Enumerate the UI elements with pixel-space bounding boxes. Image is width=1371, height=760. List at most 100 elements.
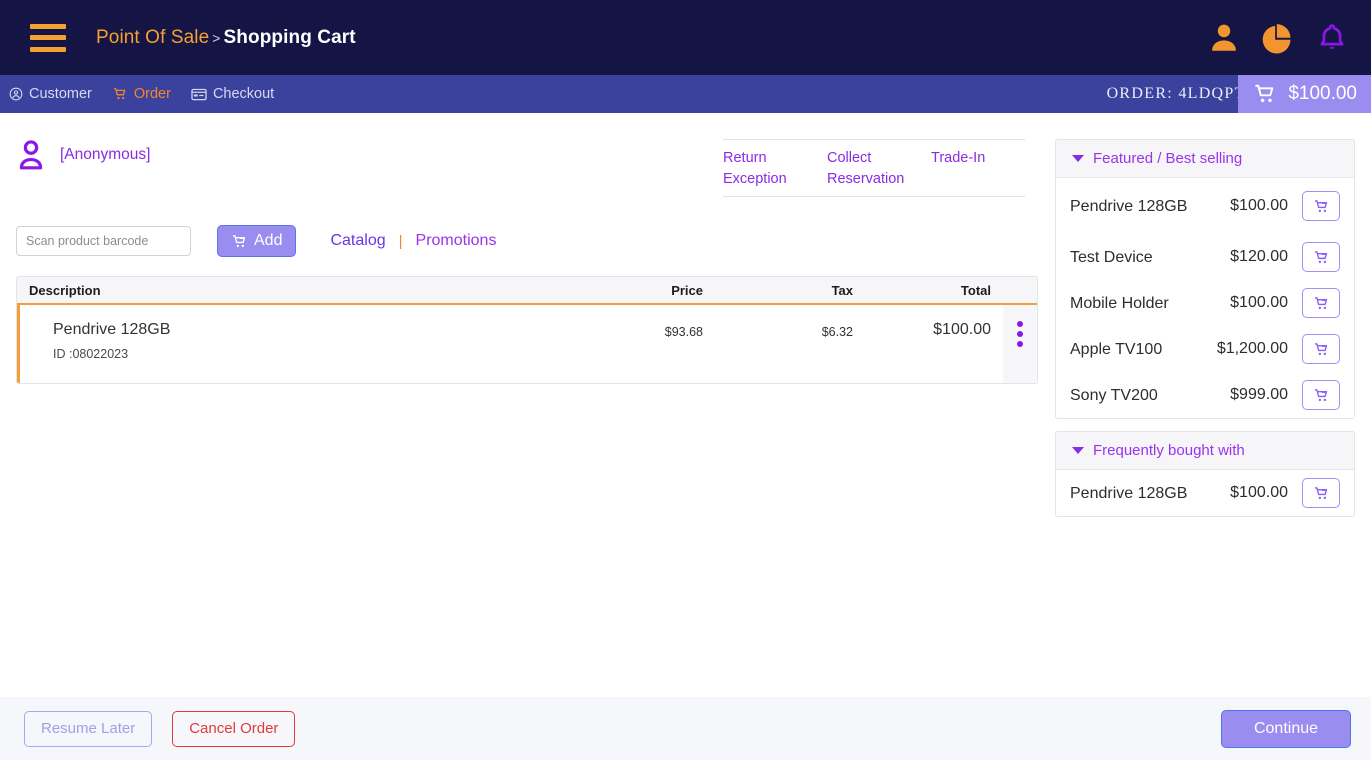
table-row: Pendrive 128GB ID :08022023 $93.68 $6.32…	[17, 305, 1037, 383]
breadcrumb: Point Of Sale > Shopping Cart	[96, 27, 356, 49]
panel-featured-best-selling: Featured / Best selling Pendrive 128GB $…	[1055, 139, 1355, 419]
column-header-description: Description	[29, 282, 101, 298]
chevron-down-icon[interactable]	[1072, 447, 1084, 454]
kebab-menu-icon[interactable]	[1003, 305, 1037, 383]
breadcrumb-separator: >	[212, 29, 221, 46]
list-item: Apple TV100 $1,200.00	[1056, 326, 1354, 372]
add-to-cart-button[interactable]	[1302, 334, 1340, 364]
link-separator: |	[398, 232, 403, 250]
cart-item-tax: $6.32	[821, 325, 853, 339]
add-to-cart-button[interactable]	[1302, 191, 1340, 221]
add-button-label: Add	[254, 232, 283, 249]
kebab-dot	[1017, 341, 1023, 347]
product-name: Sony TV200	[1070, 386, 1158, 404]
promotions-link[interactable]: Promotions	[416, 232, 497, 250]
cart-plus-icon	[1314, 486, 1327, 499]
add-to-cart-button[interactable]	[1302, 242, 1340, 272]
hamburger-line	[30, 35, 66, 40]
collect-reservation-link[interactable]: Collect Reservation	[827, 148, 931, 190]
product-price: $100.00	[1230, 294, 1288, 311]
credit-card-icon	[191, 88, 207, 100]
trade-in-link[interactable]: Trade-In	[931, 148, 1025, 190]
nav-label-customer: Customer	[29, 86, 92, 102]
cart-item-name: Pendrive 128GB	[53, 321, 171, 338]
secondary-nav-bar: Customer Order Checkout ORDER: 4LDQPT7 $…	[0, 75, 1371, 113]
hamburger-line	[30, 23, 66, 29]
cart-item-price: $93.68	[664, 325, 703, 339]
user-circle-icon	[9, 87, 23, 101]
cart-table-header: Description Price Tax Total	[17, 277, 1037, 305]
order-id-label: ORDER: 4LDQPT7	[1106, 85, 1255, 102]
nav-item-checkout[interactable]: Checkout	[191, 86, 274, 102]
cart-item-id: ID :08022023	[53, 347, 129, 361]
cart-plus-icon	[1314, 388, 1327, 401]
cancel-order-button[interactable]: Cancel Order	[172, 710, 296, 747]
list-item: Test Device $120.00	[1056, 234, 1354, 280]
scan-product-row: Add Catalog | Promotions	[16, 225, 496, 257]
customer-summary: [Anonymous]	[16, 139, 150, 171]
product-price: $999.00	[1230, 386, 1288, 403]
table-row-content: Pendrive 128GB ID :08022023 $93.68 $6.32…	[20, 305, 1003, 383]
chevron-down-icon[interactable]	[1072, 155, 1084, 162]
cart-icon	[1255, 84, 1274, 103]
return-exception-link[interactable]: Return Exception	[723, 148, 827, 190]
column-header-tax: Tax	[831, 282, 853, 298]
product-name: Test Device	[1070, 248, 1153, 266]
product-price: $100.00	[1230, 484, 1288, 501]
cart-plus-icon	[232, 234, 246, 247]
cart-total-badge[interactable]: $100.00	[1238, 75, 1371, 113]
continue-button[interactable]: Continue	[1221, 709, 1351, 748]
hamburger-line	[30, 46, 66, 52]
list-item: Pendrive 128GB $100.00	[1056, 178, 1354, 234]
product-price: $1,200.00	[1216, 340, 1288, 357]
panel-title-featured: Featured / Best selling	[1093, 150, 1243, 167]
panel-header-featured[interactable]: Featured / Best selling	[1056, 140, 1354, 178]
cart-item-description: Pendrive 128GB ID :08022023	[20, 321, 553, 361]
list-item: Mobile Holder $100.00	[1056, 280, 1354, 326]
main-content: [Anonymous] Return Exception Collect Res…	[0, 113, 1371, 697]
customer-name[interactable]: [Anonymous]	[60, 146, 150, 164]
quick-action-links: Return Exception Collect Reservation Tra…	[723, 139, 1025, 197]
footer-action-bar: Resume Later Cancel Order Continue	[0, 697, 1371, 760]
nav-item-order[interactable]: Order	[112, 86, 171, 102]
panel-header-frequently-bought[interactable]: Frequently bought with	[1056, 432, 1354, 470]
product-name: Pendrive 128GB	[1070, 197, 1188, 215]
bell-icon[interactable]	[1315, 21, 1349, 55]
header-icon-group	[1207, 0, 1349, 75]
product-name: Apple TV100	[1070, 340, 1163, 358]
cart-total-amount: $100.00	[1288, 83, 1357, 104]
person-icon[interactable]	[16, 139, 46, 171]
pie-chart-icon[interactable]	[1261, 21, 1295, 55]
top-header-bar: Point Of Sale > Shopping Cart	[0, 0, 1371, 75]
list-item: Pendrive 128GB $100.00	[1056, 470, 1354, 516]
nav-label-order: Order	[133, 86, 171, 102]
search-input[interactable]	[16, 226, 191, 256]
product-name: Mobile Holder	[1070, 294, 1169, 312]
panel-title-frequently-bought: Frequently bought with	[1093, 442, 1245, 459]
panel-frequently-bought-with: Frequently bought with Pendrive 128GB $1…	[1055, 431, 1355, 517]
recommendations-sidebar: Featured / Best selling Pendrive 128GB $…	[1055, 139, 1355, 517]
cart-plus-icon	[1314, 250, 1327, 263]
resume-later-button[interactable]: Resume Later	[24, 710, 153, 747]
product-name: Pendrive 128GB	[1070, 484, 1188, 502]
add-button[interactable]: Add	[217, 225, 297, 257]
catalog-link[interactable]: Catalog	[330, 232, 385, 250]
kebab-dot	[1017, 321, 1023, 327]
user-icon[interactable]	[1207, 21, 1241, 55]
add-to-cart-button[interactable]	[1302, 478, 1340, 508]
cart-table: Description Price Tax Total Pendrive 128…	[16, 276, 1038, 384]
product-price: $120.00	[1230, 248, 1288, 265]
cart-plus-icon	[1314, 199, 1327, 212]
add-to-cart-button[interactable]	[1302, 380, 1340, 410]
nav-label-checkout: Checkout	[212, 86, 275, 102]
list-item: Sony TV200 $999.00	[1056, 372, 1354, 418]
cart-icon	[113, 88, 126, 100]
nav-item-customer[interactable]: Customer	[9, 86, 92, 102]
add-to-cart-button[interactable]	[1302, 288, 1340, 318]
breadcrumb-current: Shopping Cart	[223, 26, 356, 48]
column-header-price: Price	[671, 282, 703, 298]
hamburger-icon[interactable]	[30, 23, 66, 52]
breadcrumb-root[interactable]: Point Of Sale	[96, 27, 209, 48]
cart-plus-icon	[1314, 342, 1327, 355]
product-price: $100.00	[1230, 197, 1288, 214]
